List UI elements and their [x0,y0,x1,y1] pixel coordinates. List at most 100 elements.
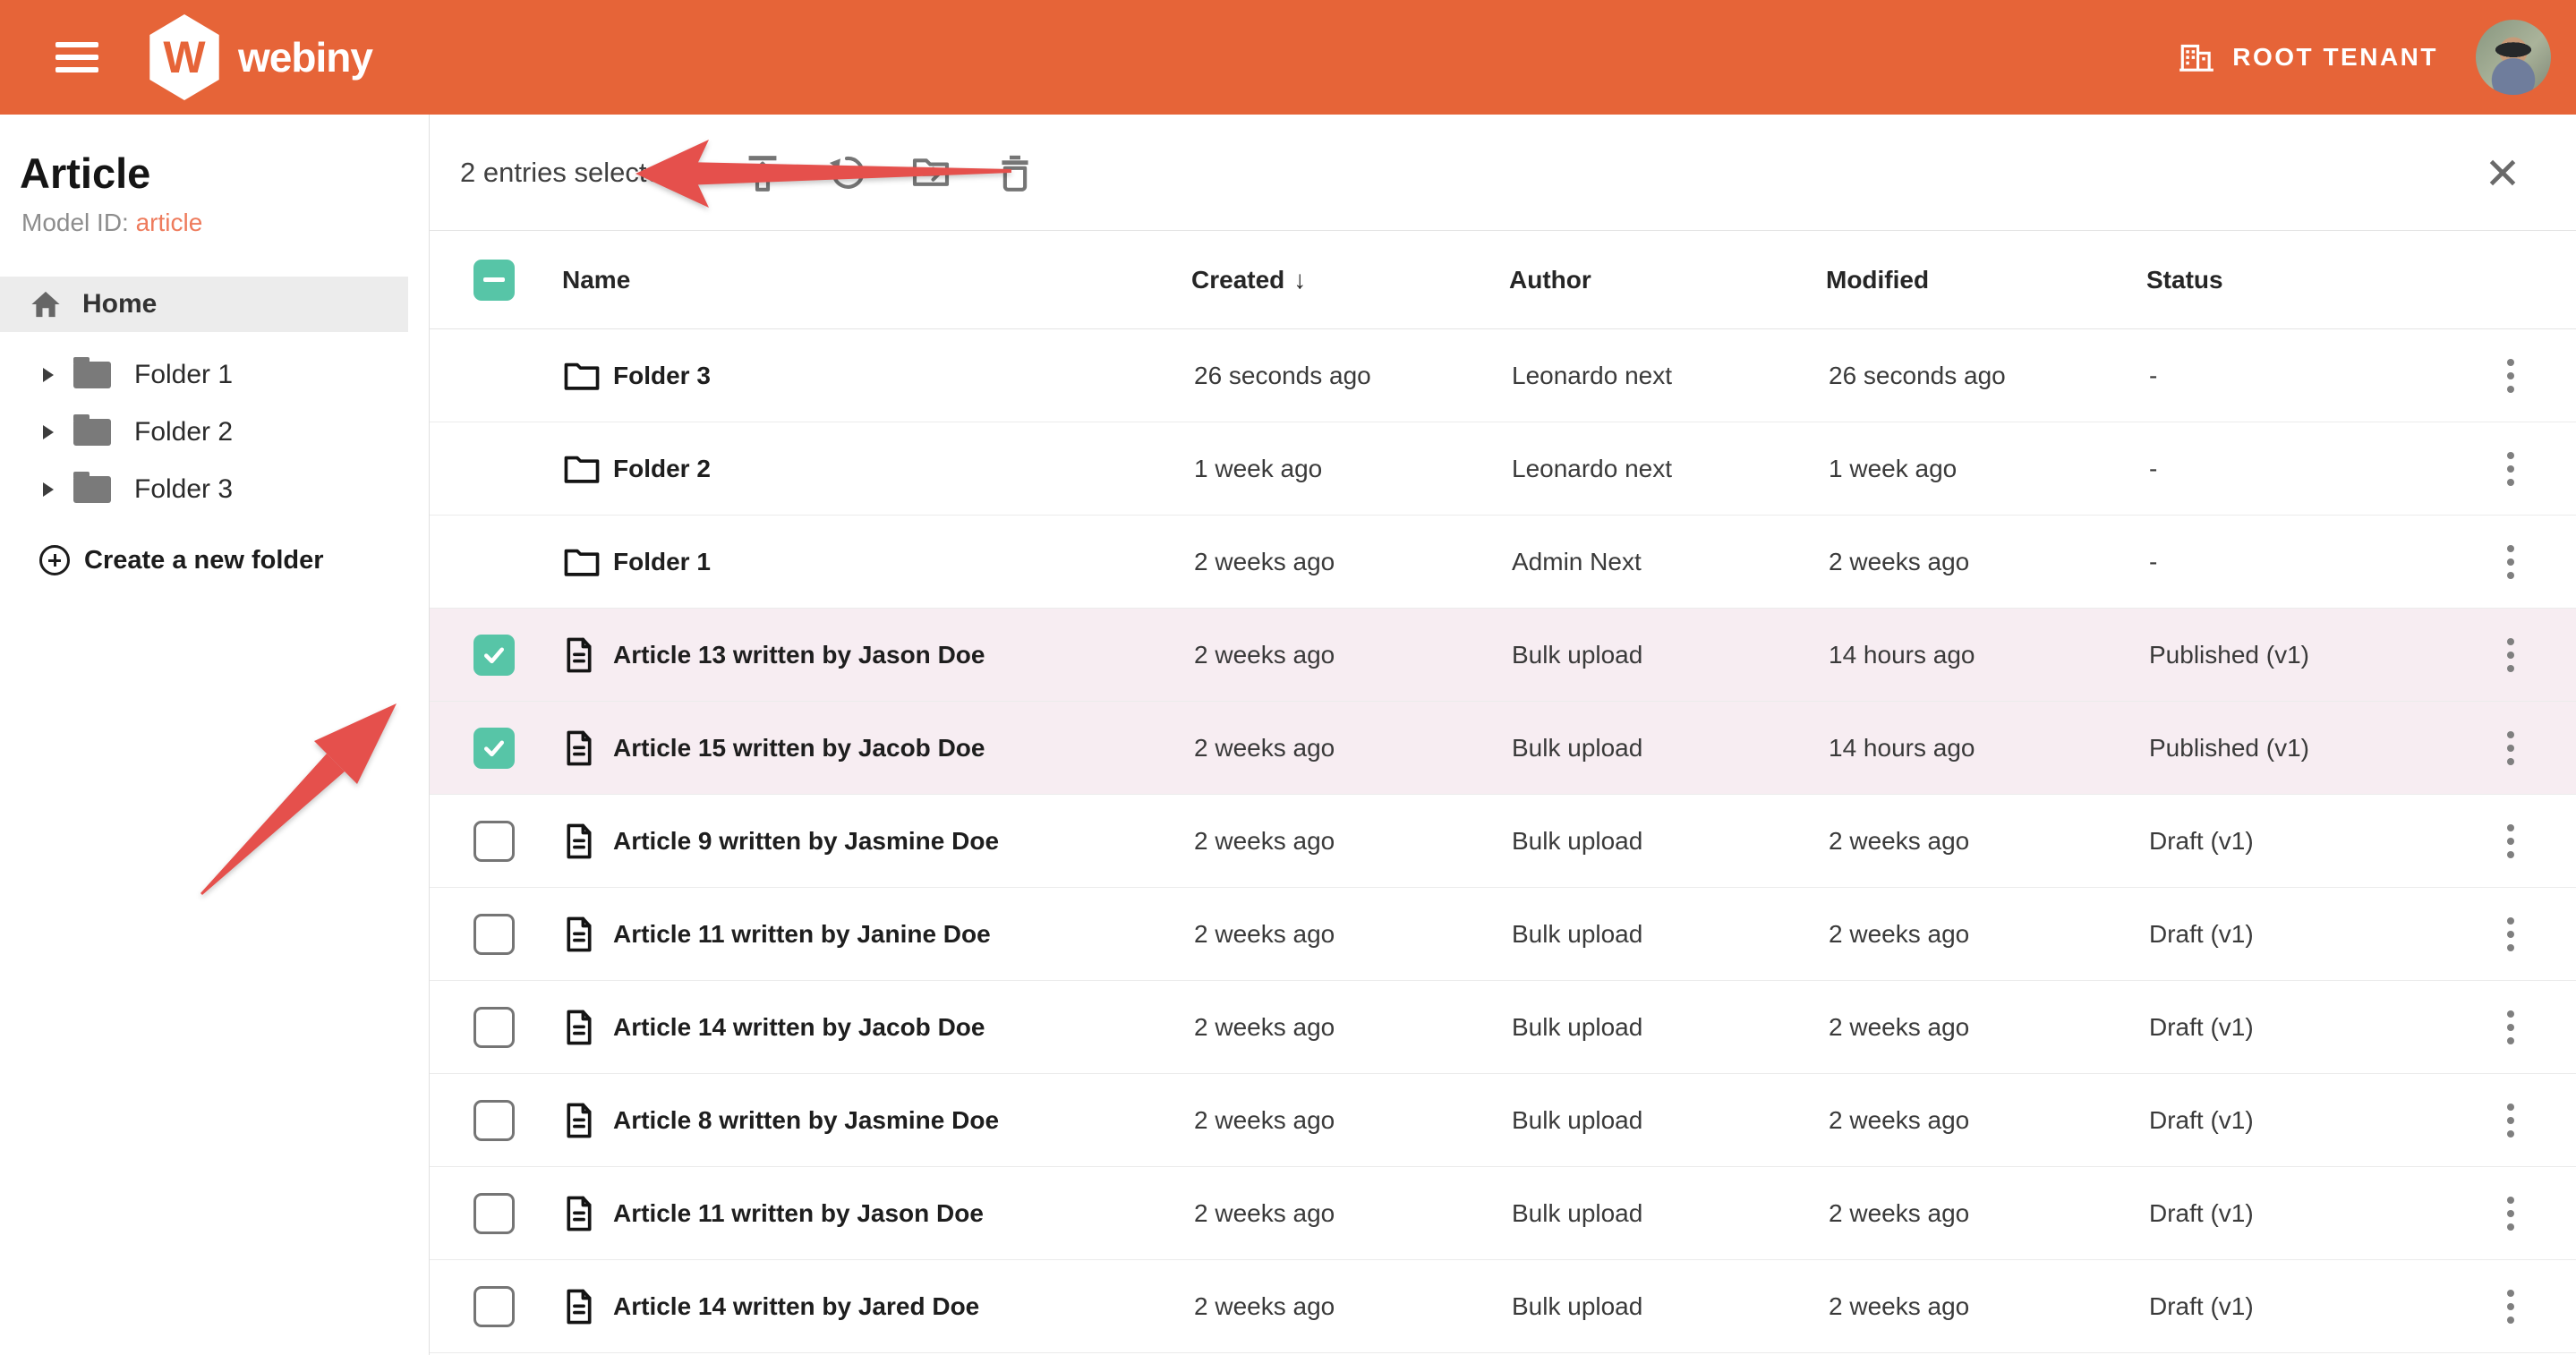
row-checkbox[interactable] [473,1286,515,1327]
row-actions-menu-icon[interactable] [2484,912,2538,957]
table-row[interactable]: Article 13 written by Jason Doe 2 weeks … [430,609,2576,702]
sidebar-item-home[interactable]: Home [0,277,408,332]
entry-author: Bulk upload [1512,1013,1829,1042]
document-icon [562,1287,596,1326]
folder-icon [73,419,111,446]
close-selection-button[interactable] [2479,149,2526,196]
table-row[interactable]: Folder 3 26 seconds ago Leonardo next 26… [430,329,2576,422]
plus-circle-icon [39,545,70,575]
entry-status: Draft (v1) [2149,1292,2444,1321]
chevron-right-icon[interactable] [43,425,54,439]
move-to-folder-button[interactable] [904,146,958,200]
entry-name[interactable]: Article 14 written by Jared Doe [613,1292,1194,1321]
row-actions-menu-icon[interactable] [2484,633,2538,678]
entry-modified: 1 week ago [1829,455,2149,483]
table-row[interactable]: Article 14 written by Jacob Doe 2 weeks … [430,981,2576,1074]
entry-name[interactable]: Article 15 written by Jacob Doe [613,734,1194,763]
row-checkbox[interactable] [473,914,515,955]
unpublish-entries-button[interactable] [820,146,874,200]
tenant-selector[interactable]: ROOT TENANT [2177,39,2438,75]
table-row[interactable]: Folder 1 2 weeks ago Admin Next 2 weeks … [430,516,2576,609]
row-actions-menu-icon[interactable] [2484,1098,2538,1143]
avatar[interactable] [2476,20,2551,95]
menu-icon[interactable] [55,42,98,72]
row-checkbox[interactable] [473,1100,515,1141]
sidebar-folder-item[interactable]: Folder 2 [0,404,429,461]
select-all-checkbox[interactable] [473,260,515,301]
trash-icon [994,151,1036,194]
row-actions-menu-icon[interactable] [2484,354,2538,398]
column-header-name[interactable]: Name [562,266,1191,294]
table-row[interactable]: Article 15 written by Jacob Doe 2 weeks … [430,702,2576,795]
row-actions-menu-icon[interactable] [2484,1191,2538,1236]
row-checkbox[interactable] [473,635,515,676]
column-header-modified[interactable]: Modified [1826,266,2146,294]
home-icon [30,290,61,319]
selection-count: 2 entries selected: [460,157,686,189]
entry-status: Draft (v1) [2149,1013,2444,1042]
row-checkbox[interactable] [473,821,515,862]
row-checkbox[interactable] [473,728,515,769]
column-header-status[interactable]: Status [2146,266,2442,294]
entry-modified: 2 weeks ago [1829,548,2149,576]
entry-name[interactable]: Article 9 written by Jasmine Doe [613,827,1194,856]
entry-name[interactable]: Article 11 written by Jason Doe [613,1199,1194,1228]
entry-name[interactable]: Article 8 written by Jasmine Doe [613,1106,1194,1135]
webiny-wordmark: webiny [238,33,372,81]
column-header-created[interactable]: Created [1191,266,1284,294]
delete-entries-button[interactable] [988,146,1042,200]
entry-created: 26 seconds ago [1194,362,1512,390]
row-checkbox[interactable] [473,1193,515,1234]
chevron-right-icon[interactable] [43,482,54,497]
entry-author: Leonardo next [1512,362,1829,390]
row-actions-menu-icon[interactable] [2484,726,2538,771]
row-actions-menu-icon[interactable] [2484,819,2538,864]
entry-name[interactable]: Folder 2 [613,455,1194,483]
folder-icon [73,362,111,388]
entry-name[interactable]: Article 14 written by Jacob Doe [613,1013,1194,1042]
row-checkbox[interactable] [473,1007,515,1048]
entry-author: Bulk upload [1512,641,1829,669]
entry-created: 2 weeks ago [1194,1013,1512,1042]
entry-status: - [2149,362,2444,390]
folder-icon [562,359,601,393]
row-actions-menu-icon[interactable] [2484,540,2538,584]
entry-name[interactable]: Article 13 written by Jason Doe [613,641,1194,669]
model-id: Model ID: article [21,209,429,237]
entry-created: 2 weeks ago [1194,548,1512,576]
entry-modified: 2 weeks ago [1829,1106,2149,1135]
entry-modified: 26 seconds ago [1829,362,2149,390]
entry-status: Draft (v1) [2149,920,2444,949]
table-row[interactable]: Folder 2 1 week ago Leonardo next 1 week… [430,422,2576,516]
chevron-right-icon[interactable] [43,368,54,382]
row-actions-menu-icon[interactable] [2484,1005,2538,1050]
entry-name[interactable]: Article 11 written by Janine Doe [613,920,1194,949]
sidebar-folder-item[interactable]: Folder 3 [0,461,429,518]
folder-tree: Folder 1 Folder 2 Folder 3 [0,346,429,518]
create-folder-button[interactable]: Create a new folder [0,545,429,575]
entries-table: Folder 3 26 seconds ago Leonardo next 26… [430,329,2576,1353]
column-header-author[interactable]: Author [1509,266,1826,294]
entry-name[interactable]: Folder 3 [613,362,1194,390]
entry-author: Bulk upload [1512,1106,1829,1135]
selection-toolbar: 2 entries selected: [430,115,2576,231]
entry-name[interactable]: Folder 1 [613,548,1194,576]
entry-modified: 2 weeks ago [1829,1292,2149,1321]
publish-entries-button[interactable] [736,146,789,200]
content-area: 2 entries selected: [430,115,2576,1355]
entry-status: Draft (v1) [2149,827,2444,856]
row-actions-menu-icon[interactable] [2484,447,2538,491]
sort-desc-icon: ↓ [1293,266,1306,294]
table-row[interactable]: Article 8 written by Jasmine Doe 2 weeks… [430,1074,2576,1167]
table-row[interactable]: Article 11 written by Jason Doe 2 weeks … [430,1167,2576,1260]
table-row[interactable]: Article 9 written by Jasmine Doe 2 weeks… [430,795,2576,888]
table-row[interactable]: Article 11 written by Janine Doe 2 weeks… [430,888,2576,981]
table-row[interactable]: Article 14 written by Jared Doe 2 weeks … [430,1260,2576,1353]
row-actions-menu-icon[interactable] [2484,1284,2538,1329]
folder-icon [562,545,601,579]
model-id-link[interactable]: article [136,209,203,236]
entry-created: 1 week ago [1194,455,1512,483]
sidebar-folder-item[interactable]: Folder 1 [0,346,429,404]
entry-created: 2 weeks ago [1194,1106,1512,1135]
entry-status: Draft (v1) [2149,1199,2444,1228]
